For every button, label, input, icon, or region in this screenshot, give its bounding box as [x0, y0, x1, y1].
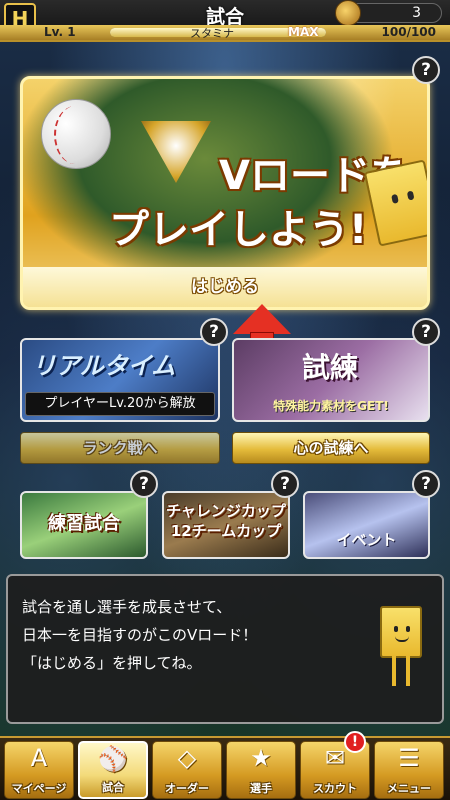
help-icon[interactable]: ?: [130, 470, 158, 498]
stamina-label: スタミナ: [190, 27, 234, 40]
mascot-legs: [392, 656, 410, 686]
stamina-value: 100/100: [381, 25, 436, 39]
v-emblem-icon: [141, 121, 211, 183]
practice-match-card[interactable]: 練習試合: [20, 491, 148, 559]
vroad-banner[interactable]: Vロードを プレイしよう! はじめる: [20, 76, 430, 310]
mascot-icon: [380, 606, 422, 658]
coin-count: 3: [412, 5, 421, 21]
tutorial-dialog[interactable]: 試合を通し選手を成長させて、 日本一を目指すのがこのVロード！ 「はじめる」を押…: [6, 574, 444, 724]
stamina-max-label: MAX: [288, 25, 319, 39]
nav-tab-order[interactable]: ◇ オーダー: [152, 741, 222, 799]
rank-battle-button[interactable]: ランク戦へ: [20, 432, 220, 464]
trial-mode-card[interactable]: 試練 特殊能力素材をGET!: [232, 338, 430, 422]
challenge-title: チャレンジカップ 12チームカップ: [166, 502, 286, 540]
challenge-cup-card[interactable]: チャレンジカップ 12チームカップ: [162, 491, 290, 559]
nav-tab-match[interactable]: ⚾ 試合: [78, 741, 148, 799]
realtime-mode-card[interactable]: リアルタイム プレイヤーLv.20から解放: [20, 338, 220, 422]
mypage-icon: A: [30, 744, 48, 772]
help-icon[interactable]: ?: [412, 470, 440, 498]
nav-tab-mypage[interactable]: A マイページ: [4, 741, 74, 799]
nav-tab-players[interactable]: ★ 選手: [226, 741, 296, 799]
baseball-icon: [41, 99, 111, 169]
help-icon[interactable]: ?: [271, 470, 299, 498]
help-icon[interactable]: ?: [200, 318, 228, 346]
vroad-title-line2: プレイしよう!: [109, 207, 368, 253]
field-icon: ◇: [177, 744, 197, 772]
baseball-icon: ⚾: [98, 745, 128, 773]
practice-title: 練習試合: [48, 513, 120, 534]
dialog-line: 「はじめる」を押してね。: [22, 654, 202, 672]
help-icon[interactable]: ?: [412, 318, 440, 346]
nav-tab-menu[interactable]: ☰ メニュー: [374, 741, 444, 799]
player-icon: ★: [250, 744, 272, 772]
start-button[interactable]: はじめる: [23, 267, 427, 307]
coin-counter[interactable]: 3: [335, 0, 442, 26]
help-icon[interactable]: ?: [412, 56, 440, 84]
unlock-requirement: プレイヤーLv.20から解放: [25, 392, 215, 416]
heart-trial-button[interactable]: 心の試練へ: [232, 432, 430, 464]
top-bar: H 試合 3 Lv. 1 スタミナ MAX 100/100: [0, 0, 450, 42]
event-card[interactable]: イベント: [303, 491, 430, 559]
menu-icon: ☰: [398, 744, 420, 772]
trial-title: 試練: [302, 351, 359, 384]
dialog-line: 試合を通し選手を成長させて、: [22, 598, 232, 616]
coin-icon: [335, 0, 361, 26]
event-title: イベント: [336, 531, 397, 549]
realtime-title: リアルタイム: [32, 352, 176, 380]
notification-badge: !: [344, 731, 366, 753]
status-row: Lv. 1 スタミナ MAX 100/100: [0, 25, 450, 40]
mascot-icon: [363, 159, 427, 247]
trial-subtitle: 特殊能力素材をGET!: [273, 399, 389, 413]
dialog-line: 日本一を目指すのがこのVロード！: [22, 626, 258, 644]
player-level: Lv. 1: [44, 25, 76, 39]
bottom-nav: A マイページ ⚾ 試合 ◇ オーダー ★ 選手 ✉ スカウト ☰ メニュー: [0, 736, 450, 800]
